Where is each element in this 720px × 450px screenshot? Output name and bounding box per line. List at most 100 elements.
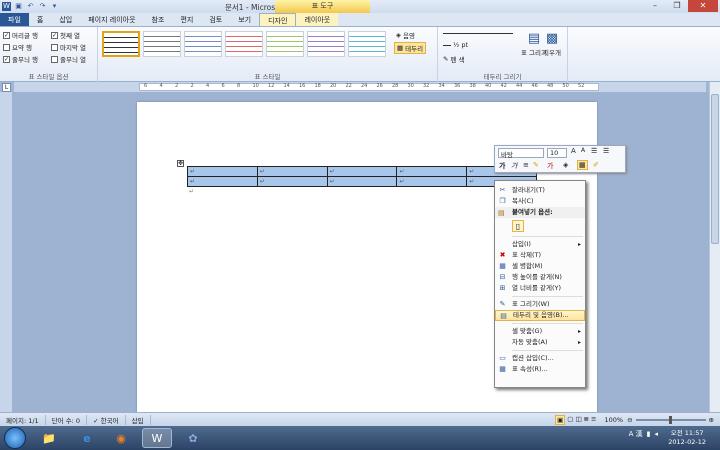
page-count[interactable]: 페이지: 1/1 xyxy=(0,414,46,425)
tab-home[interactable]: 홈 xyxy=(29,13,51,26)
table-cell[interactable]: ↵ xyxy=(187,166,258,177)
banded-columns-checkbox[interactable]: 줄무늬 열 xyxy=(51,53,97,65)
firefox-taskbar-icon[interactable]: ◉ xyxy=(106,428,136,448)
menu-item-copy[interactable]: ❐ 복사(C) xyxy=(495,196,585,207)
explorer-taskbar-icon[interactable]: 📁 xyxy=(34,428,64,448)
table-cell[interactable]: ↵ xyxy=(187,176,258,187)
table-cell[interactable]: ↵ xyxy=(396,166,468,177)
print-layout-icon[interactable]: ▣ xyxy=(555,414,566,425)
tab-layout[interactable]: 레이아웃 xyxy=(296,13,339,26)
zoom-in-icon[interactable]: ⊕ xyxy=(709,416,714,424)
table-style-red[interactable] xyxy=(225,31,263,57)
menu-item-insert-caption[interactable]: ▭ 캡션 삽입(C)... xyxy=(495,353,585,364)
web-layout-icon[interactable]: ◫ xyxy=(575,415,581,425)
table-style-purple[interactable] xyxy=(307,31,345,57)
word-taskbar-icon[interactable]: W xyxy=(142,428,172,448)
table-style-gray[interactable] xyxy=(143,31,181,57)
paste-option-icon[interactable]: ▯ xyxy=(512,220,524,232)
pen-style-line[interactable] xyxy=(443,33,513,34)
draft-icon[interactable]: ≡ xyxy=(591,415,596,425)
customize-qat-icon[interactable]: ▾ xyxy=(50,2,59,11)
tab-view[interactable]: 보기 xyxy=(230,13,259,26)
vertical-ruler[interactable] xyxy=(0,92,12,412)
tab-references[interactable]: 참조 xyxy=(144,13,173,26)
grow-font-icon[interactable]: A xyxy=(571,147,576,155)
bold-icon[interactable]: 가 xyxy=(499,161,505,171)
vertical-scrollbar[interactable] xyxy=(709,82,720,412)
table-style-green[interactable] xyxy=(266,31,304,57)
indent-icon[interactable]: ☰ xyxy=(591,147,597,155)
menu-item-insert[interactable]: 삽입(I) ▸ xyxy=(495,239,585,250)
outdent-icon[interactable]: ☰ xyxy=(603,147,609,155)
tab-design[interactable]: 디자인 xyxy=(259,13,297,26)
zoom-slider[interactable] xyxy=(635,415,706,424)
document-table[interactable]: ↵ ↵ ↵ ↵ ↵ ↵ ↵ ↵ ↵ ↵ xyxy=(187,166,537,187)
close-button[interactable]: ✕ xyxy=(688,0,718,12)
font-size-box[interactable]: 10 xyxy=(547,148,567,158)
clock[interactable]: 오전 11:57 2012-02-12 xyxy=(668,429,706,447)
redo-icon[interactable]: ↷ xyxy=(38,2,47,11)
tab-insert[interactable]: 삽입 xyxy=(51,13,80,26)
header-row-checkbox[interactable]: ✓ 머리글 행 xyxy=(3,29,51,41)
full-screen-icon[interactable]: ▢ xyxy=(567,415,573,425)
word-count[interactable]: 단어 수: 0 xyxy=(46,414,88,425)
menu-item-cut[interactable]: ✂ 잘라내기(T) xyxy=(495,185,585,196)
first-column-checkbox[interactable]: ✓ 첫째 열 xyxy=(51,29,97,41)
shading-button[interactable]: ◈ 음영 xyxy=(396,30,415,40)
tab-file[interactable]: 파일 xyxy=(0,13,29,26)
pen-weight-dropdown[interactable]: ½ pt xyxy=(443,41,468,49)
table-cell[interactable]: ↵ xyxy=(326,176,398,187)
minimize-button[interactable]: – xyxy=(644,0,666,12)
table-cell[interactable]: ↵ xyxy=(256,176,328,187)
eraser-button[interactable]: ▩ 지우개 xyxy=(543,31,561,57)
font-color-icon[interactable]: 가 xyxy=(547,161,553,171)
zoom-level[interactable]: 100% xyxy=(605,416,624,424)
save-icon[interactable]: ▣ xyxy=(14,2,23,11)
table-style-aqua[interactable] xyxy=(348,31,386,57)
volume-icon[interactable]: ◂ xyxy=(654,430,658,438)
menu-item-autofit[interactable]: 자동 맞춤(A) ▸ xyxy=(495,337,585,348)
shrink-font-icon[interactable]: A xyxy=(581,147,585,154)
menu-item-merge-cells[interactable]: ▦ 셀 병합(M) xyxy=(495,261,585,272)
font-name-box[interactable]: 바탕 xyxy=(498,148,544,159)
menu-item-distribute-rows[interactable]: ⊟ 행 높이를 같게(N) xyxy=(495,272,585,283)
table-move-handle[interactable]: ✥ xyxy=(177,160,184,167)
insert-mode[interactable]: 삽입 xyxy=(126,414,151,425)
tab-page-layout[interactable]: 페이지 레이아웃 xyxy=(80,13,143,26)
ime-indicator[interactable]: A 漢 xyxy=(629,429,643,439)
menu-item-cell-alignment[interactable]: 셀 맞춤(G) ▸ xyxy=(495,326,585,337)
shading-mini-icon[interactable]: ◈ xyxy=(563,161,568,169)
horizontal-ruler[interactable]: 6 4 2 2 4 6 8 10 12 14 16 18 20 22 24 26 28 30 32 34 36 38 40 4… xyxy=(14,82,706,92)
ie-taskbar-icon[interactable]: e xyxy=(72,428,102,448)
word-app-icon[interactable]: W xyxy=(2,2,11,11)
borders-mini-icon[interactable]: ▦ xyxy=(577,160,588,170)
maximize-button[interactable]: ❐ xyxy=(666,0,688,12)
table-cell[interactable]: ↵ xyxy=(256,166,328,177)
ruler-tab-selector[interactable]: L xyxy=(2,83,11,92)
paint-taskbar-icon[interactable]: ✿ xyxy=(178,428,208,448)
scroll-thumb[interactable] xyxy=(711,94,719,244)
menu-item-distribute-columns[interactable]: ⊞ 열 너비를 같게(Y) xyxy=(495,283,585,294)
table-style-blue[interactable] xyxy=(184,31,222,57)
borders-button[interactable]: ▦ 테두리 xyxy=(394,42,427,54)
outline-icon[interactable]: ≣ xyxy=(584,415,589,425)
total-row-checkbox[interactable]: 요약 행 xyxy=(3,41,51,53)
menu-item-draw-table[interactable]: ✎ 표 그리기(W) xyxy=(495,299,585,310)
last-column-checkbox[interactable]: 마지막 열 xyxy=(51,41,97,53)
menu-item-delete-table[interactable]: ✖ 표 삭제(T) xyxy=(495,250,585,261)
menu-item-table-properties[interactable]: ▦ 표 속성(R)... xyxy=(495,364,585,375)
pen-color-button[interactable]: ✎ 펜 색 xyxy=(443,54,464,64)
undo-icon[interactable]: ↶ xyxy=(26,2,35,11)
table-cell[interactable]: ↵ xyxy=(396,176,468,187)
zoom-out-icon[interactable]: ⊖ xyxy=(627,416,632,424)
banded-rows-checkbox[interactable]: ✓ 줄무늬 행 xyxy=(3,53,51,65)
italic-icon[interactable]: 가 xyxy=(511,161,517,171)
format-painter-icon[interactable]: ✐ xyxy=(593,161,599,169)
tab-review[interactable]: 검토 xyxy=(201,13,230,26)
table-style-grid[interactable] xyxy=(102,31,140,57)
network-icon[interactable]: ▮ xyxy=(647,430,651,438)
start-button[interactable] xyxy=(4,427,26,449)
language-indicator[interactable]: ✓ 한국어 xyxy=(87,414,126,425)
tab-mailings[interactable]: 편지 xyxy=(172,13,201,26)
align-center-icon[interactable]: ≡ xyxy=(523,161,529,169)
